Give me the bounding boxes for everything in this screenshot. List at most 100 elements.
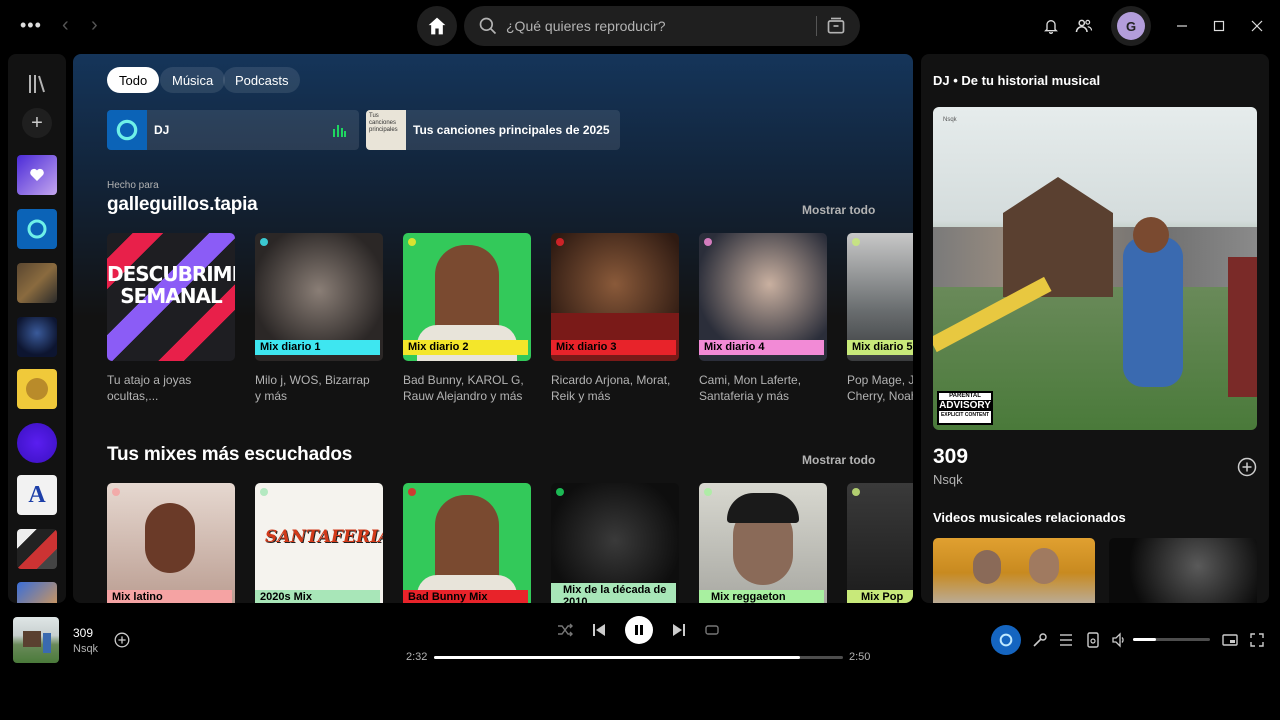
card-description: Pop Mage, J Cherry, Noah [847,373,913,403]
pause-button[interactable] [625,616,653,644]
album-art: Nsqk PARENTAL ADVISORY EXPLICIT CONTENT [933,107,1257,430]
now-playing-art[interactable] [13,617,59,663]
card-daily-mix-4[interactable]: Mix diario 4 Cami, Mon Laferte, Santafer… [699,233,827,406]
add-to-library-icon[interactable] [112,630,132,650]
shortcut-top-songs-2025[interactable]: Tus canciones principales Tus canciones … [366,110,620,150]
volume-slider[interactable] [1133,638,1210,641]
search-icon [476,14,500,38]
card-cover: Mix diario 4 [699,233,827,361]
panel-artist[interactable]: Nsqk [933,472,963,487]
library-item-playlist-3[interactable] [17,369,57,409]
search-input[interactable] [506,18,796,34]
card-daily-mix-2[interactable]: Mix diario 2 Bad Bunny, KAROL G, Rauw Al… [403,233,531,406]
cover-text: SANTAFERIA [265,527,383,547]
mix-badge: Mix diario 2 [403,340,528,355]
show-all-link[interactable]: Mostrar todo [802,203,875,217]
card-bad-bunny-mix[interactable]: Bad Bunny Mix [403,483,531,603]
card-2020s-mix[interactable]: SANTAFERIA 2020s Mix [255,483,383,603]
connect-device-icon[interactable] [1083,630,1103,650]
dj-icon [116,119,138,141]
card-daily-mix-5[interactable]: Mix diario 5 Pop Mage, J Cherry, Noah [847,233,913,406]
section-overline: Hecho para [107,180,159,191]
card-daily-mix-3[interactable]: Mix diario 3 Ricardo Arjona, Morat, Reik… [551,233,679,406]
forward-arrow-icon[interactable]: › [91,14,98,37]
section-title-top-mixes[interactable]: Tus mixes más escuchados [107,444,352,466]
friends-activity-icon[interactable] [1074,16,1094,36]
parental-advisory-badge: PARENTAL ADVISORY EXPLICIT CONTENT [937,391,993,425]
more-options-icon[interactable]: ••• [20,16,42,34]
shortcut-dj[interactable]: DJ [107,110,359,150]
browse-icon[interactable] [824,14,848,38]
next-icon[interactable] [669,620,689,640]
now-playing-title[interactable]: 309 [73,626,93,640]
dj-thumb [107,110,147,150]
maximize-icon[interactable] [1207,14,1231,38]
search-bar[interactable] [464,6,860,46]
bell-icon[interactable] [1041,16,1061,36]
mix-badge: Mix latino [107,590,232,603]
avatar: G [1117,12,1145,40]
card-mix-latino[interactable]: Mix latino [107,483,235,603]
library-item-playlist-2[interactable] [17,317,57,357]
dj-library-item[interactable] [17,209,57,249]
show-all-link[interactable]: Mostrar todo [802,453,875,467]
mix-badge: Mix diario 4 [699,340,824,355]
queue-icon[interactable] [1056,630,1076,650]
top-bar: ••• ‹ › G [0,0,1280,52]
card-mix-reggaeton[interactable]: Mix reggaeton [699,483,827,603]
library-item-playlist-5[interactable] [17,529,57,569]
related-video-2[interactable] [1109,538,1257,603]
card-discover-weekly[interactable]: DESCUBRIMIENTO SEMANAL Tu atajo a joyas … [107,233,235,406]
create-playlist-button[interactable]: + [22,108,52,138]
library-item-playlist-6[interactable] [17,582,57,603]
related-video-1[interactable] [933,538,1095,603]
mix-badge: Mix diario 1 [255,340,380,355]
card-cover: SANTAFERIA 2020s Mix [255,483,383,603]
close-icon[interactable] [1245,14,1269,38]
panel-song-title[interactable]: 309 [933,445,968,469]
card-2010s-mix[interactable]: Mix de la década de 2010 [551,483,679,603]
library-item-playlist-4[interactable]: A [17,475,57,515]
card-cover: Mix diario 2 [403,233,531,361]
repeat-icon[interactable] [702,620,722,640]
volume-icon[interactable] [1109,630,1129,650]
microphone-lyrics-icon[interactable] [1030,630,1050,650]
mix-badge: Mix Pop [847,590,913,603]
shortcut-label: Tus canciones principales de 2025 [413,123,610,137]
card-cover: Bad Bunny Mix [403,483,531,603]
library-item-artist[interactable] [17,423,57,463]
dj-toggle-button[interactable] [991,625,1021,655]
chip-musica[interactable]: Música [160,67,226,93]
panel-title[interactable]: DJ • De tu historial musical [933,73,1100,88]
shuffle-icon[interactable] [555,620,575,640]
card-description: Tu atajo a joyas ocultas,... [107,373,192,403]
liked-songs-item[interactable] [17,155,57,195]
dj-icon [27,219,47,239]
section-title-made-for[interactable]: galleguillos.tapia [107,194,258,216]
minimize-icon[interactable] [1170,14,1194,38]
library-sidebar: + A [8,54,66,603]
home-button[interactable] [417,6,457,46]
card-mix-pop[interactable]: Mix Pop [847,483,913,603]
profile-button[interactable]: G [1111,6,1151,46]
card-description: Bad Bunny, KAROL G, Rauw Alejandro y más [403,373,524,403]
chip-podcasts[interactable]: Podcasts [223,67,301,93]
top-songs-thumb: Tus canciones principales [366,110,406,150]
library-item-playlist-1[interactable] [17,263,57,303]
back-arrow-icon[interactable]: ‹ [62,14,69,37]
now-playing-artist[interactable]: Nsqk [73,643,98,655]
add-to-library-icon[interactable] [1237,457,1257,477]
fullscreen-icon[interactable] [1247,630,1267,650]
card-daily-mix-1[interactable]: Mix diario 1 Milo j, WOS, Bizarrap y más [255,233,383,406]
player-bar: 309 Nsqk 2:32 2:50 [0,605,1280,675]
progress-fill [434,656,800,659]
library-icon[interactable] [25,72,49,101]
mini-player-icon[interactable] [1220,630,1240,650]
previous-icon[interactable] [589,620,609,640]
total-duration: 2:50 [849,651,871,663]
chip-todo[interactable]: Todo [107,67,160,93]
spotify-app: ••• ‹ › G [0,0,1280,720]
card-cover: Mix diario 1 [255,233,383,361]
progress-bar[interactable] [434,656,843,659]
elapsed-time: 2:32 [406,651,428,663]
